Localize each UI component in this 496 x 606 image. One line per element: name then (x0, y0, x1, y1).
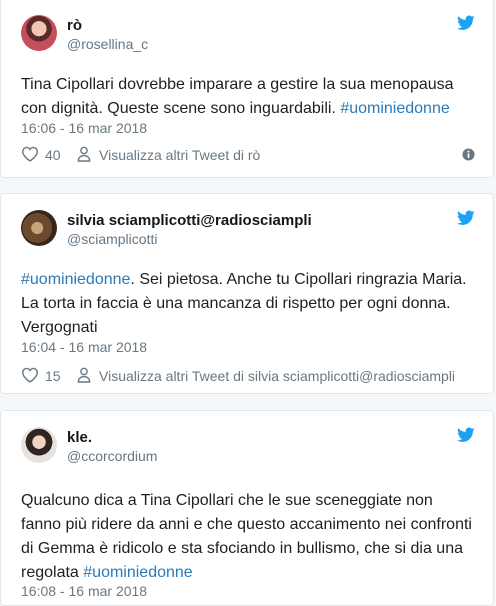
tweet-card: kle. @ccorcordium Qualcuno dica a Tina C… (0, 410, 494, 606)
hashtag-link[interactable]: #uominiedonne (21, 271, 130, 288)
tweet-actions: 15 Visualizza altri Tweet di silvia scia… (21, 366, 475, 386)
more-tweets-link[interactable]: Visualizza altri Tweet di silvia sciampl… (99, 368, 455, 384)
tweet-feed: rò @rosellina_c Tina Cipollari dovrebbe … (0, 0, 496, 606)
tweet-timestamp[interactable]: 16:06 - 16 mar 2018 (21, 120, 147, 136)
tweet-card: rò @rosellina_c Tina Cipollari dovrebbe … (0, 0, 494, 178)
author-name[interactable]: rò (67, 17, 82, 34)
hashtag-link[interactable]: #uominiedonne (83, 564, 192, 581)
author-name[interactable]: silvia sciamplicotti@radiosciampli (67, 212, 312, 229)
author-handle[interactable]: @ccorcordium (67, 448, 157, 464)
tweet-header: rò @rosellina_c (21, 15, 479, 55)
tweet-text: Tina Cipollari dovrebbe imparare a gesti… (21, 73, 475, 121)
hashtag-link[interactable]: #uominiedonne (340, 100, 449, 117)
avatar[interactable] (21, 427, 57, 463)
tweet-text: Qualcuno dica a Tina Cipollari che le su… (21, 489, 475, 585)
author-handle[interactable]: @rosellina_c (67, 36, 148, 52)
heart-icon[interactable] (21, 146, 39, 162)
tweet-text: #uominiedonne. Sei pietosa. Anche tu Cip… (21, 268, 475, 340)
tweet-timestamp[interactable]: 16:08 - 16 mar 2018 (21, 583, 147, 599)
avatar[interactable] (21, 15, 57, 51)
twitter-bird-icon[interactable] (457, 210, 475, 226)
tweet-header: silvia sciamplicotti@radiosciampli @scia… (21, 210, 479, 250)
info-icon[interactable] (462, 148, 475, 161)
person-icon (77, 367, 91, 383)
author-name[interactable]: kle. (67, 429, 92, 446)
heart-icon[interactable] (21, 367, 39, 383)
twitter-bird-icon[interactable] (457, 427, 475, 443)
tweet-header: kle. @ccorcordium (21, 427, 479, 467)
like-count: 40 (45, 147, 61, 163)
tweet-timestamp[interactable]: 16:04 - 16 mar 2018 (21, 339, 147, 355)
tweet-card: silvia sciamplicotti@radiosciampli @scia… (0, 193, 494, 394)
avatar[interactable] (21, 210, 57, 246)
like-count: 15 (45, 368, 61, 384)
author-handle[interactable]: @sciamplicotti (67, 231, 157, 247)
more-tweets-link[interactable]: Visualizza altri Tweet di rò (99, 147, 260, 163)
tweet-actions: 40 Visualizza altri Tweet di rò (21, 145, 475, 165)
twitter-bird-icon[interactable] (457, 15, 475, 31)
person-icon (77, 146, 91, 162)
